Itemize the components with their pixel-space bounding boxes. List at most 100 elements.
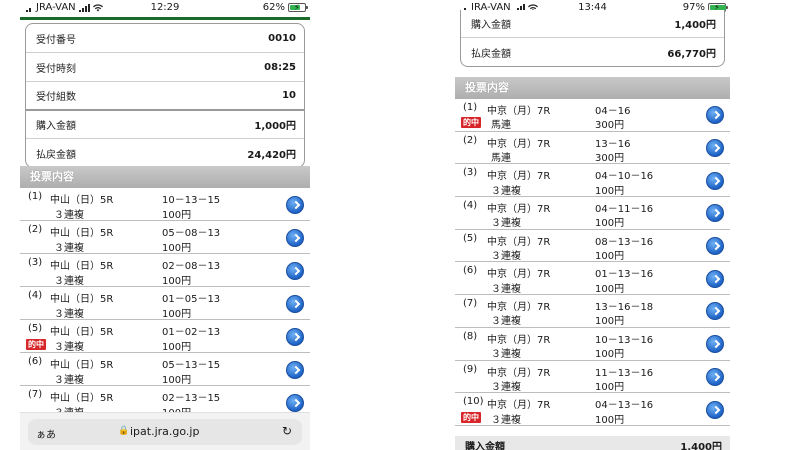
- detail-arrow-button[interactable]: [286, 294, 304, 313]
- bet-number: (2): [463, 134, 478, 146]
- bet-race: 中京（月）7R: [487, 400, 551, 412]
- bet-combination: 01－05－13: [162, 294, 221, 305]
- bet-race: 中山（日）5R: [50, 327, 114, 338]
- bet-combination: 02－08－13: [162, 261, 221, 272]
- bet-number: (6): [463, 265, 478, 277]
- bet-race: 中京（月）7R: [487, 302, 551, 314]
- detail-arrow-button[interactable]: [706, 237, 724, 256]
- detail-arrow-button[interactable]: [706, 400, 724, 419]
- bet-number: (3): [28, 257, 43, 268]
- bet-number: (1): [463, 102, 478, 113]
- bet-number: (5): [28, 323, 43, 334]
- info-row-payout-amount: 払戻金額 24,420円: [36, 149, 296, 161]
- bet-list: (1) 中山（日）5R ３連複 10－13－15 100円 (2) 中山（日）5R ３連複 05…: [20, 188, 310, 419]
- bet-combination: 04－13－16: [595, 400, 654, 412]
- bet-row[interactable]: (1) 中京（月）7R 馬連 04－16 300円 的中: [455, 99, 730, 132]
- bet-amount: 100円: [595, 218, 625, 230]
- bet-type: 馬連: [491, 120, 511, 132]
- info-row-receipt-count: 受付組数 10: [26, 82, 304, 111]
- bet-combination: 10－13－15: [162, 195, 221, 206]
- bet-race: 中京（月）7R: [487, 204, 551, 216]
- detail-arrow-button[interactable]: [286, 228, 304, 247]
- bet-number: (6): [28, 356, 43, 367]
- browser-address-bar: ぁあ 🔒 ipat.jra.go.jp ↻: [20, 412, 310, 450]
- bet-number: (8): [463, 330, 478, 342]
- bet-combination: 04－16: [595, 106, 631, 117]
- bet-number: (4): [28, 290, 43, 301]
- bet-amount: 300円: [595, 120, 625, 132]
- bet-race: 中京（月）7R: [487, 236, 551, 248]
- bet-type: ３連複: [54, 209, 84, 221]
- bet-race: 中京（月）7R: [487, 106, 551, 117]
- bet-amount: 100円: [162, 341, 192, 353]
- info-row-receipt-number: 受付番号 0010: [26, 24, 304, 53]
- info-row-purchase-amount: 購入金額 1,400円: [461, 10, 724, 38]
- detail-arrow-button[interactable]: [286, 360, 304, 379]
- url-field[interactable]: ぁあ 🔒 ipat.jra.go.jp ↻: [28, 419, 302, 445]
- bet-amount: 300円: [595, 153, 625, 165]
- detail-arrow-button[interactable]: [286, 393, 304, 412]
- detail-arrow-button[interactable]: [706, 204, 724, 223]
- bet-row[interactable]: (8) 中京（月）7R ３連複 10－13－16 100円: [455, 328, 730, 361]
- hit-badge: 的中: [461, 411, 481, 423]
- bet-race: 中京（月）7R: [487, 138, 551, 150]
- hit-badge: 的中: [26, 338, 46, 350]
- bet-race: 中山（日）5R: [50, 195, 114, 206]
- bet-row[interactable]: (2) 中山（日）5R ３連複 05－08－13 100円: [20, 221, 310, 254]
- detail-arrow-button[interactable]: [706, 171, 724, 190]
- bet-amount: 100円: [595, 251, 625, 263]
- detail-arrow-button[interactable]: [706, 302, 724, 321]
- bet-amount: 100円: [162, 275, 192, 287]
- bet-race: 中京（月）7R: [487, 171, 551, 183]
- bet-number: (7): [28, 389, 43, 400]
- bet-combination: 04－11－16: [595, 204, 654, 216]
- bet-number: (1): [28, 191, 43, 202]
- bet-row[interactable]: (3) 中山（日）5R ３連複 02－08－13 100円: [20, 254, 310, 287]
- reload-icon[interactable]: ↻: [282, 424, 292, 438]
- bet-number: (10): [463, 396, 484, 408]
- footer-purchase-total: 購入金額 1,400円: [455, 436, 730, 450]
- bet-amount: 100円: [595, 381, 625, 393]
- bet-amount: 100円: [162, 209, 192, 221]
- bet-number: (5): [463, 232, 478, 244]
- bet-row[interactable]: (7) 中京（月）7R ３連複 13－16－18 100円: [455, 295, 730, 328]
- detail-arrow-button[interactable]: [286, 327, 304, 346]
- receipt-info-card: 購入金額 1,400円 払戻金額 66,770円: [460, 10, 725, 67]
- bet-row[interactable]: (5) 中山（日）5R ３連複 01－02－13 100円 的中: [20, 320, 310, 353]
- detail-arrow-button[interactable]: [706, 335, 724, 354]
- text-size-button[interactable]: ぁあ: [36, 426, 56, 441]
- bet-type: ３連複: [491, 349, 521, 361]
- detail-arrow-button[interactable]: [706, 139, 724, 158]
- bet-type: ３連複: [54, 275, 84, 287]
- bet-row[interactable]: (3) 中京（月）7R ３連複 04－10－16 100円: [455, 164, 730, 198]
- detail-arrow-button[interactable]: [286, 195, 304, 214]
- lock-icon: 🔒: [118, 426, 130, 436]
- bet-row[interactable]: (5) 中京（月）7R ３連複 08－13－16 100円: [455, 230, 730, 263]
- bet-row[interactable]: (2) 中京（月）7R 馬連 13－16 300円: [455, 132, 730, 165]
- info-row-purchase-amount: 購入金額 1,000円: [26, 111, 304, 139]
- bet-row[interactable]: (6) 中京（月）7R ３連複 01－13－16 100円: [455, 262, 730, 296]
- bet-type: ３連複: [491, 316, 521, 328]
- bet-race: 中京（月）7R: [487, 367, 551, 379]
- bet-number: (7): [463, 298, 478, 310]
- bet-combination: 04－10－16: [595, 171, 654, 183]
- bet-number: (2): [28, 224, 43, 235]
- bet-amount: 100円: [595, 316, 625, 328]
- bet-race: 中山（日）5R: [50, 261, 114, 272]
- bet-row[interactable]: (10) 中京（月）7R ３連複 04－13－16 100円 的中: [455, 393, 730, 426]
- bet-row[interactable]: (6) 中山（日）5R ３連複 05－13－15 100円: [20, 353, 310, 386]
- receipt-info-card: 受付番号 0010 受付時刻 08:25 受付組数 10 購入金額 1,000円 払戻金…: [25, 23, 305, 168]
- detail-arrow-button[interactable]: [706, 106, 724, 125]
- detail-arrow-button[interactable]: [286, 261, 304, 280]
- bet-list: (1) 中京（月）7R 馬連 04－16 300円 的中 (2) 中京（月）7R 馬連 13－16…: [455, 99, 730, 426]
- bet-type: ３連複: [54, 242, 84, 254]
- bet-row[interactable]: (9) 中京（月）7R ３連複 11－13－16 100円: [455, 361, 730, 394]
- bet-row[interactable]: (4) 中山（日）5R ３連複 01－05－13 100円: [20, 287, 310, 320]
- detail-arrow-button[interactable]: [706, 269, 724, 288]
- detail-arrow-button[interactable]: [706, 367, 724, 386]
- bet-row[interactable]: (4) 中京（月）7R ３連複 04－11－16 100円: [455, 197, 730, 230]
- bet-amount: 100円: [595, 349, 625, 361]
- bet-amount: 100円: [595, 414, 625, 426]
- bet-row[interactable]: (1) 中山（日）5R ３連複 10－13－15 100円: [20, 188, 310, 221]
- bet-type: ３連複: [491, 218, 521, 230]
